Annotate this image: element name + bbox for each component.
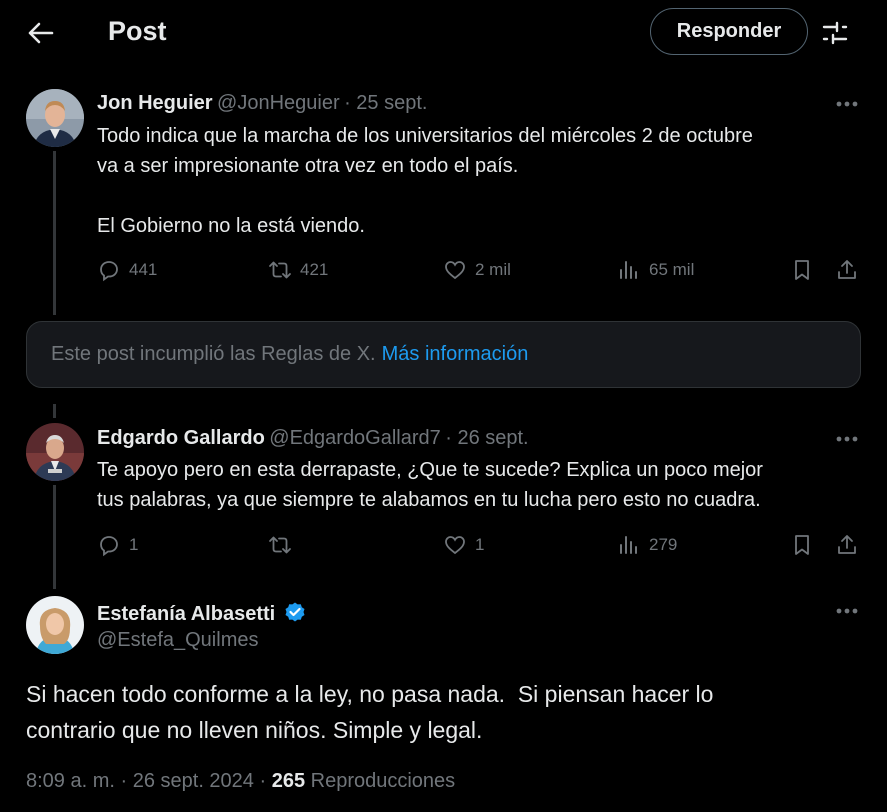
more-icon[interactable] bbox=[834, 429, 860, 449]
page-title: Post bbox=[108, 16, 167, 46]
reply-count: 441 bbox=[129, 260, 158, 279]
author-handle[interactable]: @Estefa_Quilmes bbox=[97, 629, 258, 651]
repost-count: 421 bbox=[300, 260, 329, 279]
thread-line bbox=[53, 485, 56, 589]
thread-line bbox=[53, 151, 56, 315]
tweet-actions: 1 1 279 bbox=[97, 533, 867, 563]
like-count: 1 bbox=[475, 535, 485, 554]
view-count: 279 bbox=[649, 535, 678, 554]
reply-icon bbox=[100, 536, 118, 557]
author-handle-row: @Estefa_Quilmes bbox=[97, 629, 258, 652]
reply-count: 1 bbox=[129, 535, 139, 554]
tweet-text-line: Todo indica que la marcha de los univers… bbox=[97, 125, 753, 147]
views-action[interactable]: 279 bbox=[617, 533, 677, 557]
reply-action[interactable]: 441 bbox=[97, 258, 157, 282]
bookmark-icon[interactable] bbox=[790, 533, 814, 557]
tweet-text: Te apoyo pero en esta derrapaste, ¿Que t… bbox=[97, 455, 857, 515]
tweet-header: Edgardo Gallardo @EdgardoGallard7 · 26 s… bbox=[97, 427, 529, 450]
reply-button[interactable]: Responder bbox=[650, 8, 808, 55]
verified-icon bbox=[285, 602, 305, 622]
repost-action[interactable] bbox=[268, 533, 292, 557]
views-icon bbox=[620, 261, 637, 279]
notice-text: Este post incumplió las Reglas de X. bbox=[51, 343, 376, 365]
avatar[interactable] bbox=[26, 89, 84, 147]
view-count: 265 bbox=[271, 770, 306, 792]
more-info-link[interactable]: Más información bbox=[382, 343, 529, 366]
tweet-text-line: tus palabras, ya que siempre te alabamos… bbox=[97, 489, 761, 511]
like-action[interactable]: 2 mil bbox=[443, 258, 511, 282]
author-name[interactable]: Edgardo Gallardo bbox=[97, 427, 265, 449]
tweet-date[interactable]: · 26 sept. bbox=[445, 427, 528, 449]
thread-line bbox=[53, 404, 56, 418]
reply-icon bbox=[100, 261, 118, 282]
like-icon bbox=[445, 536, 465, 555]
tweet-header: Estefanía Albasetti bbox=[97, 600, 307, 626]
tweet-text: Todo indica que la marcha de los univers… bbox=[97, 121, 857, 241]
header: Post Responder bbox=[0, 0, 887, 66]
view-count: 65 mil bbox=[649, 260, 695, 279]
avatar[interactable] bbox=[26, 596, 84, 654]
share-icon[interactable] bbox=[835, 258, 859, 282]
back-arrow-icon[interactable] bbox=[26, 18, 56, 48]
tweet-actions: 441 421 2 mil 65 mil bbox=[97, 258, 867, 288]
tweet-text-line: Te apoyo pero en esta derrapaste, ¿Que t… bbox=[97, 459, 763, 481]
avatar[interactable] bbox=[26, 423, 84, 481]
like-count: 2 mil bbox=[475, 260, 511, 279]
views-action[interactable]: 65 mil bbox=[617, 258, 694, 282]
views-label: Reproducciones bbox=[310, 770, 456, 792]
author-name[interactable]: Estefanía Albasetti bbox=[97, 603, 275, 625]
tweet-text-line: contrario que no lleven niños. Simple y … bbox=[26, 717, 483, 743]
author-handle[interactable]: @JonHeguier bbox=[217, 92, 340, 114]
repost-icon bbox=[269, 536, 291, 554]
bookmark-icon[interactable] bbox=[790, 258, 814, 282]
tweet-timestamp[interactable]: 8:09 a. m. · 26 sept. 2024 · bbox=[26, 770, 266, 792]
tweet-header: Jon Heguier @JonHeguier · 25 sept. bbox=[97, 92, 427, 115]
main-tweet-text: Si hacen todo conforme a la ley, no pasa… bbox=[26, 676, 846, 748]
author-handle[interactable]: @EdgardoGallard7 bbox=[269, 427, 441, 449]
like-action[interactable]: 1 bbox=[443, 533, 484, 557]
repost-action[interactable]: 421 bbox=[268, 258, 328, 282]
views-icon bbox=[620, 536, 637, 554]
tweet-meta: 8:09 a. m. · 26 sept. 2024 · 265 Reprodu… bbox=[26, 770, 455, 793]
repost-icon bbox=[269, 261, 291, 279]
tune-icon[interactable] bbox=[820, 18, 850, 48]
rule-violation-notice: Este post incumplió las Reglas de X. Más… bbox=[26, 321, 861, 388]
tweet-text-line: va a ser impresionante otra vez en todo … bbox=[97, 155, 519, 177]
like-icon bbox=[445, 261, 465, 280]
more-icon[interactable] bbox=[834, 601, 860, 621]
reply-action[interactable]: 1 bbox=[97, 533, 138, 557]
tweet-text-line: El Gobierno no la está viendo. bbox=[97, 215, 365, 237]
share-icon[interactable] bbox=[835, 533, 859, 557]
author-name[interactable]: Jon Heguier bbox=[97, 92, 213, 114]
tweet-date[interactable]: · 25 sept. bbox=[344, 92, 427, 114]
tweet-text-line: Si hacen todo conforme a la ley, no pasa… bbox=[26, 681, 714, 707]
more-icon[interactable] bbox=[834, 94, 860, 114]
